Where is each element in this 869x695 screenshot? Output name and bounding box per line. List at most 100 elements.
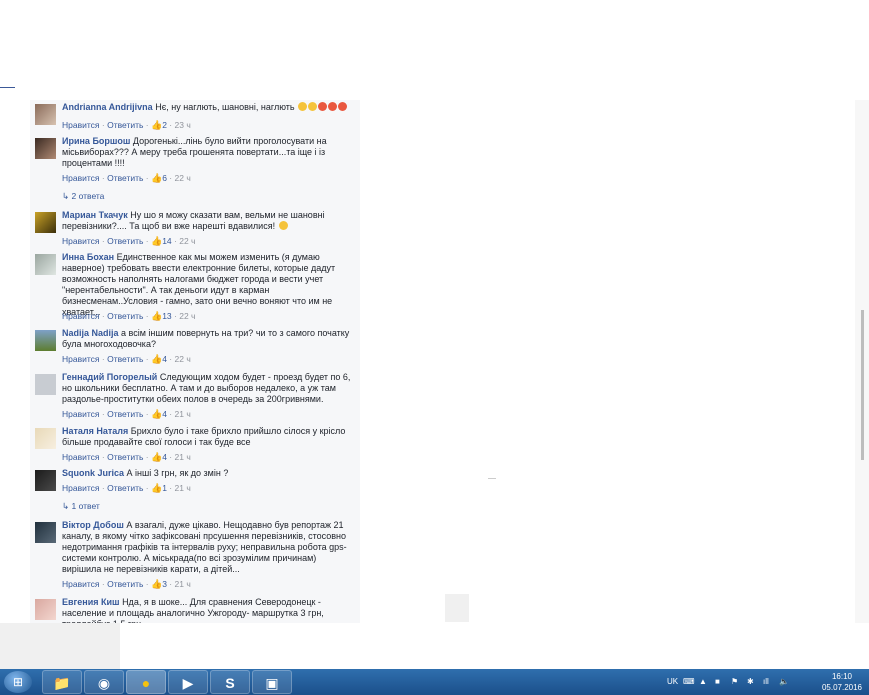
like-link[interactable]: Нравится	[62, 311, 100, 321]
replies-count[interactable]: 1 ответ	[72, 501, 100, 511]
windows-taskbar: ⊞ 📁 ◉ ● ▶ S ▣ UK ⌨ ▲ ■ ⚑ ✱ ıll 🔈 16:10 0…	[0, 669, 869, 695]
comment-body: Геннадий Погорелый Следующим ходом будет…	[62, 372, 352, 405]
taskbar-explorer[interactable]: 📁	[42, 670, 82, 694]
like-link[interactable]: Нравится	[62, 452, 100, 462]
reply-link[interactable]: Ответить	[107, 120, 143, 130]
comment-body: Мариан Ткачук Ну шо я можу сказати вам, …	[62, 210, 352, 232]
reply-link[interactable]: Ответить	[107, 409, 143, 419]
like-count[interactable]: 1	[162, 483, 167, 493]
thumbs-up-icon: 👍	[150, 354, 163, 364]
reply-arrow-icon: ↳	[62, 501, 70, 511]
comment-time[interactable]: 21 ч	[175, 579, 191, 589]
comment-author[interactable]: Наталя Наталя	[62, 426, 128, 436]
comments-panel: Andrianna Andrijivna Нє, ну наглють, шан…	[30, 100, 360, 623]
smile-emoji-icon	[278, 221, 288, 230]
page-scrollbar[interactable]	[855, 100, 869, 623]
view-replies-link[interactable]: ↳ 1 ответ	[62, 501, 100, 512]
language-indicator[interactable]: UK	[667, 677, 678, 686]
comment-actions: Нравится · Ответить · 👍2 · 23 ч	[62, 120, 191, 130]
avatar[interactable]	[35, 470, 56, 491]
taskbar-app-6[interactable]: ▣	[252, 670, 292, 694]
comment-author[interactable]: Мариан Ткачук	[62, 210, 128, 220]
comment-time[interactable]: 23 ч	[175, 120, 191, 130]
comment-time[interactable]: 21 ч	[175, 452, 191, 462]
avatar[interactable]	[35, 330, 56, 351]
show-hidden-icons[interactable]: ▲	[699, 677, 707, 686]
windows-flag-icon[interactable]: ■	[715, 677, 720, 686]
comment-author[interactable]: Віктор Добош	[62, 520, 124, 530]
avatar[interactable]	[35, 254, 56, 275]
comment-author[interactable]: Andrianna Andrijivna	[62, 102, 153, 112]
replies-count[interactable]: 2 ответа	[72, 191, 105, 201]
avatar[interactable]	[35, 522, 56, 543]
chrome-icon: ●	[141, 675, 151, 691]
like-count[interactable]: 2	[162, 120, 167, 130]
comment-author[interactable]: Евгения Киш	[62, 597, 120, 607]
avatar[interactable]	[35, 138, 56, 159]
comment-author[interactable]: Ирина Боршош	[62, 136, 130, 146]
reply-link[interactable]: Ответить	[107, 452, 143, 462]
reply-link[interactable]: Ответить	[107, 173, 143, 183]
like-count[interactable]: 14	[162, 236, 171, 246]
thumbs-up-icon: 👍	[150, 483, 163, 493]
comment-time[interactable]: 21 ч	[175, 409, 191, 419]
taskbar-media-player[interactable]: ▶	[168, 670, 208, 694]
comment-actions: Нравится · Ответить · 👍4 · 21 ч	[62, 409, 191, 419]
avatar[interactable]	[35, 212, 56, 233]
comment-body: Наталя Наталя Брихло було і таке брихло …	[62, 426, 352, 448]
avatar[interactable]	[35, 374, 56, 395]
like-link[interactable]: Нравится	[62, 354, 100, 364]
avatar[interactable]	[35, 428, 56, 449]
like-link[interactable]: Нравится	[62, 483, 100, 493]
like-count[interactable]: 3	[162, 579, 167, 589]
comment-time[interactable]: 22 ч	[179, 236, 195, 246]
like-link[interactable]: Нравится	[62, 236, 100, 246]
taskbar-skype[interactable]: S	[210, 670, 250, 694]
divider-mark	[488, 478, 496, 479]
comment-author[interactable]: Squonk Jurica	[62, 468, 124, 478]
reply-link[interactable]: Ответить	[107, 236, 143, 246]
like-link[interactable]: Нравится	[62, 409, 100, 419]
comment-text: Нє, ну наглють, шановні, наглють	[155, 102, 295, 112]
action-center-icon[interactable]: ⚑	[731, 677, 738, 686]
comment-time[interactable]: 22 ч	[175, 354, 191, 364]
bottom-left-area	[0, 623, 120, 669]
like-count[interactable]: 6	[162, 173, 167, 183]
avatar[interactable]	[35, 104, 56, 125]
comment-body: Squonk Jurica А інші 3 грн, як до змін ?	[62, 468, 352, 479]
comment-actions: Нравится · Ответить · 👍4 · 22 ч	[62, 354, 191, 364]
comment-time[interactable]: 22 ч	[179, 311, 195, 321]
comment-author[interactable]: Инна Бохан	[62, 252, 114, 262]
reply-link[interactable]: Ответить	[107, 354, 143, 364]
scrollbar-thumb[interactable]	[861, 310, 864, 460]
taskbar-chrome[interactable]: ●	[126, 670, 166, 694]
like-link[interactable]: Нравится	[62, 579, 100, 589]
network-signal-icon[interactable]: ıll	[763, 677, 769, 686]
like-count[interactable]: 4	[162, 409, 167, 419]
comment-time[interactable]: 21 ч	[175, 483, 191, 493]
volume-icon[interactable]: 🔈	[779, 677, 789, 686]
avatar[interactable]	[35, 599, 56, 620]
comment-actions: Нравится · Ответить · 👍1 · 21 ч	[62, 483, 191, 493]
like-count[interactable]: 4	[162, 354, 167, 364]
comment-body: Nadija Nadija а всім іншим повернуть на …	[62, 328, 352, 350]
reply-link[interactable]: Ответить	[107, 311, 143, 321]
comment-author[interactable]: Геннадий Погорелый	[62, 372, 157, 382]
start-button[interactable]: ⊞	[4, 671, 32, 693]
like-count[interactable]: 13	[162, 311, 171, 321]
like-count[interactable]: 4	[162, 452, 167, 462]
comment-actions: Нравится · Ответить · 👍4 · 21 ч	[62, 452, 191, 462]
device-icon[interactable]: ✱	[747, 677, 754, 686]
keyboard-icon[interactable]: ⌨	[683, 677, 695, 686]
system-clock[interactable]: 16:10 05.07.2016	[821, 671, 863, 693]
like-link[interactable]: Нравится	[62, 120, 100, 130]
reply-link[interactable]: Ответить	[107, 579, 143, 589]
reply-link[interactable]: Ответить	[107, 483, 143, 493]
comment-body: Инна Бохан Единственное как мы можем изм…	[62, 252, 352, 318]
comment-author[interactable]: Nadija Nadija	[62, 328, 119, 338]
like-link[interactable]: Нравится	[62, 173, 100, 183]
view-replies-link[interactable]: ↳ 2 ответа	[62, 191, 104, 202]
windows-logo-icon: ⊞	[12, 675, 24, 689]
comment-time[interactable]: 22 ч	[175, 173, 191, 183]
taskbar-app-2[interactable]: ◉	[84, 670, 124, 694]
